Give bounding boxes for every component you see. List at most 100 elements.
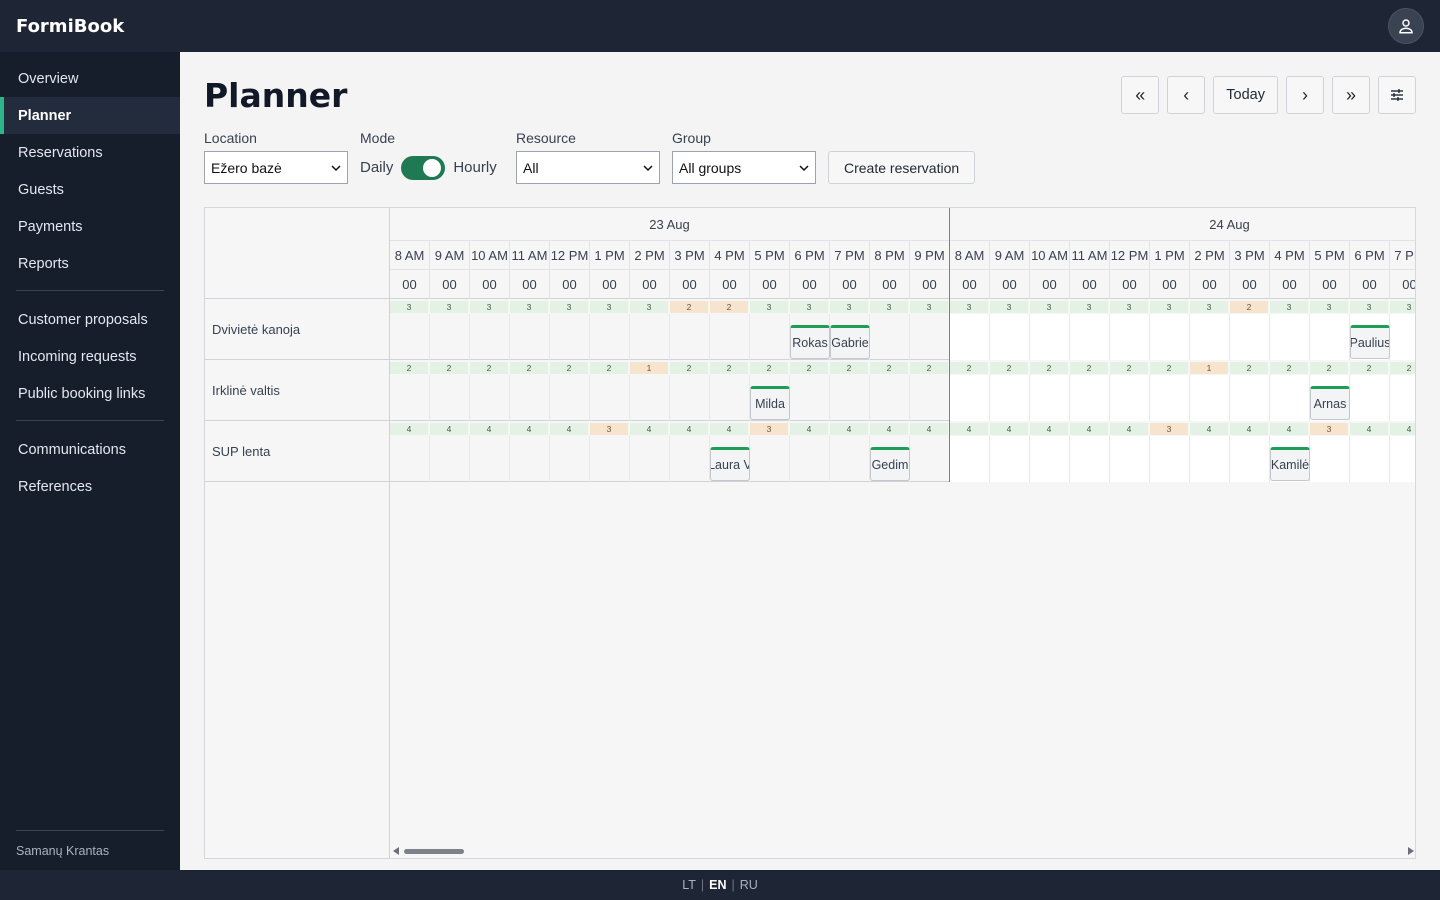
scroll-left-icon[interactable]: [393, 847, 399, 855]
time-slot[interactable]: [750, 314, 790, 360]
time-slot[interactable]: [1150, 436, 1190, 482]
time-slot[interactable]: [510, 375, 550, 421]
sidebar-item-reservations[interactable]: Reservations: [0, 134, 180, 171]
sidebar-item-references[interactable]: References: [0, 468, 180, 505]
time-slot[interactable]: [830, 375, 870, 421]
time-slot[interactable]: [430, 314, 470, 360]
today-button[interactable]: Today: [1213, 76, 1278, 114]
time-slot[interactable]: [990, 436, 1030, 482]
time-slot[interactable]: [590, 436, 630, 482]
time-slot[interactable]: [950, 436, 990, 482]
booking-block[interactable]: Rokas: [790, 325, 830, 359]
time-slot[interactable]: [790, 375, 830, 421]
language-ru[interactable]: RU: [740, 878, 758, 892]
time-slot[interactable]: [550, 436, 590, 482]
time-slot[interactable]: [1230, 314, 1270, 360]
time-slot[interactable]: [750, 436, 790, 482]
create-reservation-button[interactable]: Create reservation: [828, 151, 976, 184]
time-slot[interactable]: [830, 436, 870, 482]
time-slot[interactable]: [1030, 436, 1070, 482]
time-slot[interactable]: [1190, 375, 1230, 421]
time-slot[interactable]: [470, 314, 510, 360]
time-slot[interactable]: [710, 314, 750, 360]
sidebar-item-public-booking-links[interactable]: Public booking links: [0, 375, 180, 412]
scroll-right-icon[interactable]: [1408, 847, 1414, 855]
time-slot[interactable]: [1070, 375, 1110, 421]
time-slot[interactable]: [430, 436, 470, 482]
time-slot[interactable]: [430, 375, 470, 421]
time-slot[interactable]: [1190, 314, 1230, 360]
time-slot[interactable]: [670, 314, 710, 360]
resource-select[interactable]: All: [516, 151, 660, 184]
sidebar-item-payments[interactable]: Payments: [0, 208, 180, 245]
time-slot[interactable]: [670, 436, 710, 482]
booking-block[interactable]: Arnas: [1310, 386, 1350, 420]
booking-block[interactable]: Milda: [750, 386, 790, 420]
time-slot[interactable]: [1110, 436, 1150, 482]
sidebar-item-incoming-requests[interactable]: Incoming requests: [0, 338, 180, 375]
time-slot[interactable]: [550, 314, 590, 360]
time-slot[interactable]: [1030, 375, 1070, 421]
time-slot[interactable]: [1110, 375, 1150, 421]
time-slot[interactable]: [670, 375, 710, 421]
mode-daily-label[interactable]: Daily: [360, 159, 393, 176]
time-slot[interactable]: [1150, 314, 1190, 360]
time-slot[interactable]: [510, 314, 550, 360]
language-lt[interactable]: LT: [682, 878, 696, 892]
booking-block[interactable]: Paulius: [1350, 325, 1390, 359]
settings-button[interactable]: [1378, 76, 1416, 114]
time-slot[interactable]: [590, 375, 630, 421]
first-page-button[interactable]: «: [1121, 76, 1160, 114]
time-slot[interactable]: [910, 314, 950, 360]
time-slot[interactable]: [870, 314, 910, 360]
time-slot[interactable]: [1310, 314, 1350, 360]
last-page-button[interactable]: »: [1332, 76, 1370, 114]
time-slot[interactable]: [1070, 314, 1110, 360]
brand-logo[interactable]: FormiBook: [16, 16, 124, 37]
location-select[interactable]: Ežero bazė: [204, 151, 348, 184]
time-slot[interactable]: [590, 314, 630, 360]
time-slot[interactable]: [1190, 436, 1230, 482]
resource-name[interactable]: Irklinė valtis: [205, 360, 389, 421]
time-slot[interactable]: [1390, 375, 1415, 421]
time-slot[interactable]: [1270, 314, 1310, 360]
time-slot[interactable]: [1110, 314, 1150, 360]
user-menu-button[interactable]: [1388, 8, 1424, 44]
time-slot[interactable]: [1150, 375, 1190, 421]
sidebar-item-guests[interactable]: Guests: [0, 171, 180, 208]
resource-name[interactable]: SUP lenta: [205, 421, 389, 482]
booking-block[interactable]: Kamilė: [1270, 447, 1310, 481]
time-slot[interactable]: [630, 314, 670, 360]
time-slot[interactable]: [630, 436, 670, 482]
mode-hourly-label[interactable]: Hourly: [453, 159, 496, 176]
time-slot[interactable]: [1310, 436, 1350, 482]
time-slot[interactable]: [1070, 436, 1110, 482]
next-button[interactable]: ›: [1286, 76, 1324, 114]
booking-block[interactable]: Laura V: [710, 447, 750, 481]
resource-name[interactable]: Dvivietė kanoja: [205, 299, 389, 360]
booking-block[interactable]: Gabrie: [830, 325, 870, 359]
sidebar-item-overview[interactable]: Overview: [0, 60, 180, 97]
time-slot[interactable]: [910, 375, 950, 421]
timeline[interactable]: 23 Aug 24 Aug 8 AM 9 AM 10 AM 11 AM 12 PM 1 PM…: [390, 208, 1415, 858]
sidebar-item-reports[interactable]: Reports: [0, 245, 180, 282]
time-slot[interactable]: [710, 375, 750, 421]
time-slot[interactable]: [470, 375, 510, 421]
time-slot[interactable]: [1390, 436, 1415, 482]
time-slot[interactable]: [630, 375, 670, 421]
time-slot[interactable]: [1030, 314, 1070, 360]
sidebar-item-customer-proposals[interactable]: Customer proposals: [0, 301, 180, 338]
time-slot[interactable]: [1270, 375, 1310, 421]
scroll-thumb[interactable]: [404, 849, 464, 854]
time-slot[interactable]: [550, 375, 590, 421]
time-slot[interactable]: [1390, 314, 1415, 360]
sidebar-item-communications[interactable]: Communications: [0, 431, 180, 468]
language-en[interactable]: EN: [709, 878, 726, 892]
time-slot[interactable]: [910, 436, 950, 482]
booking-block[interactable]: Gedim: [870, 447, 910, 481]
time-slot[interactable]: [510, 436, 550, 482]
time-slot[interactable]: [950, 314, 990, 360]
time-slot[interactable]: [990, 375, 1030, 421]
sidebar-item-planner[interactable]: Planner: [0, 97, 180, 134]
time-slot[interactable]: [950, 375, 990, 421]
